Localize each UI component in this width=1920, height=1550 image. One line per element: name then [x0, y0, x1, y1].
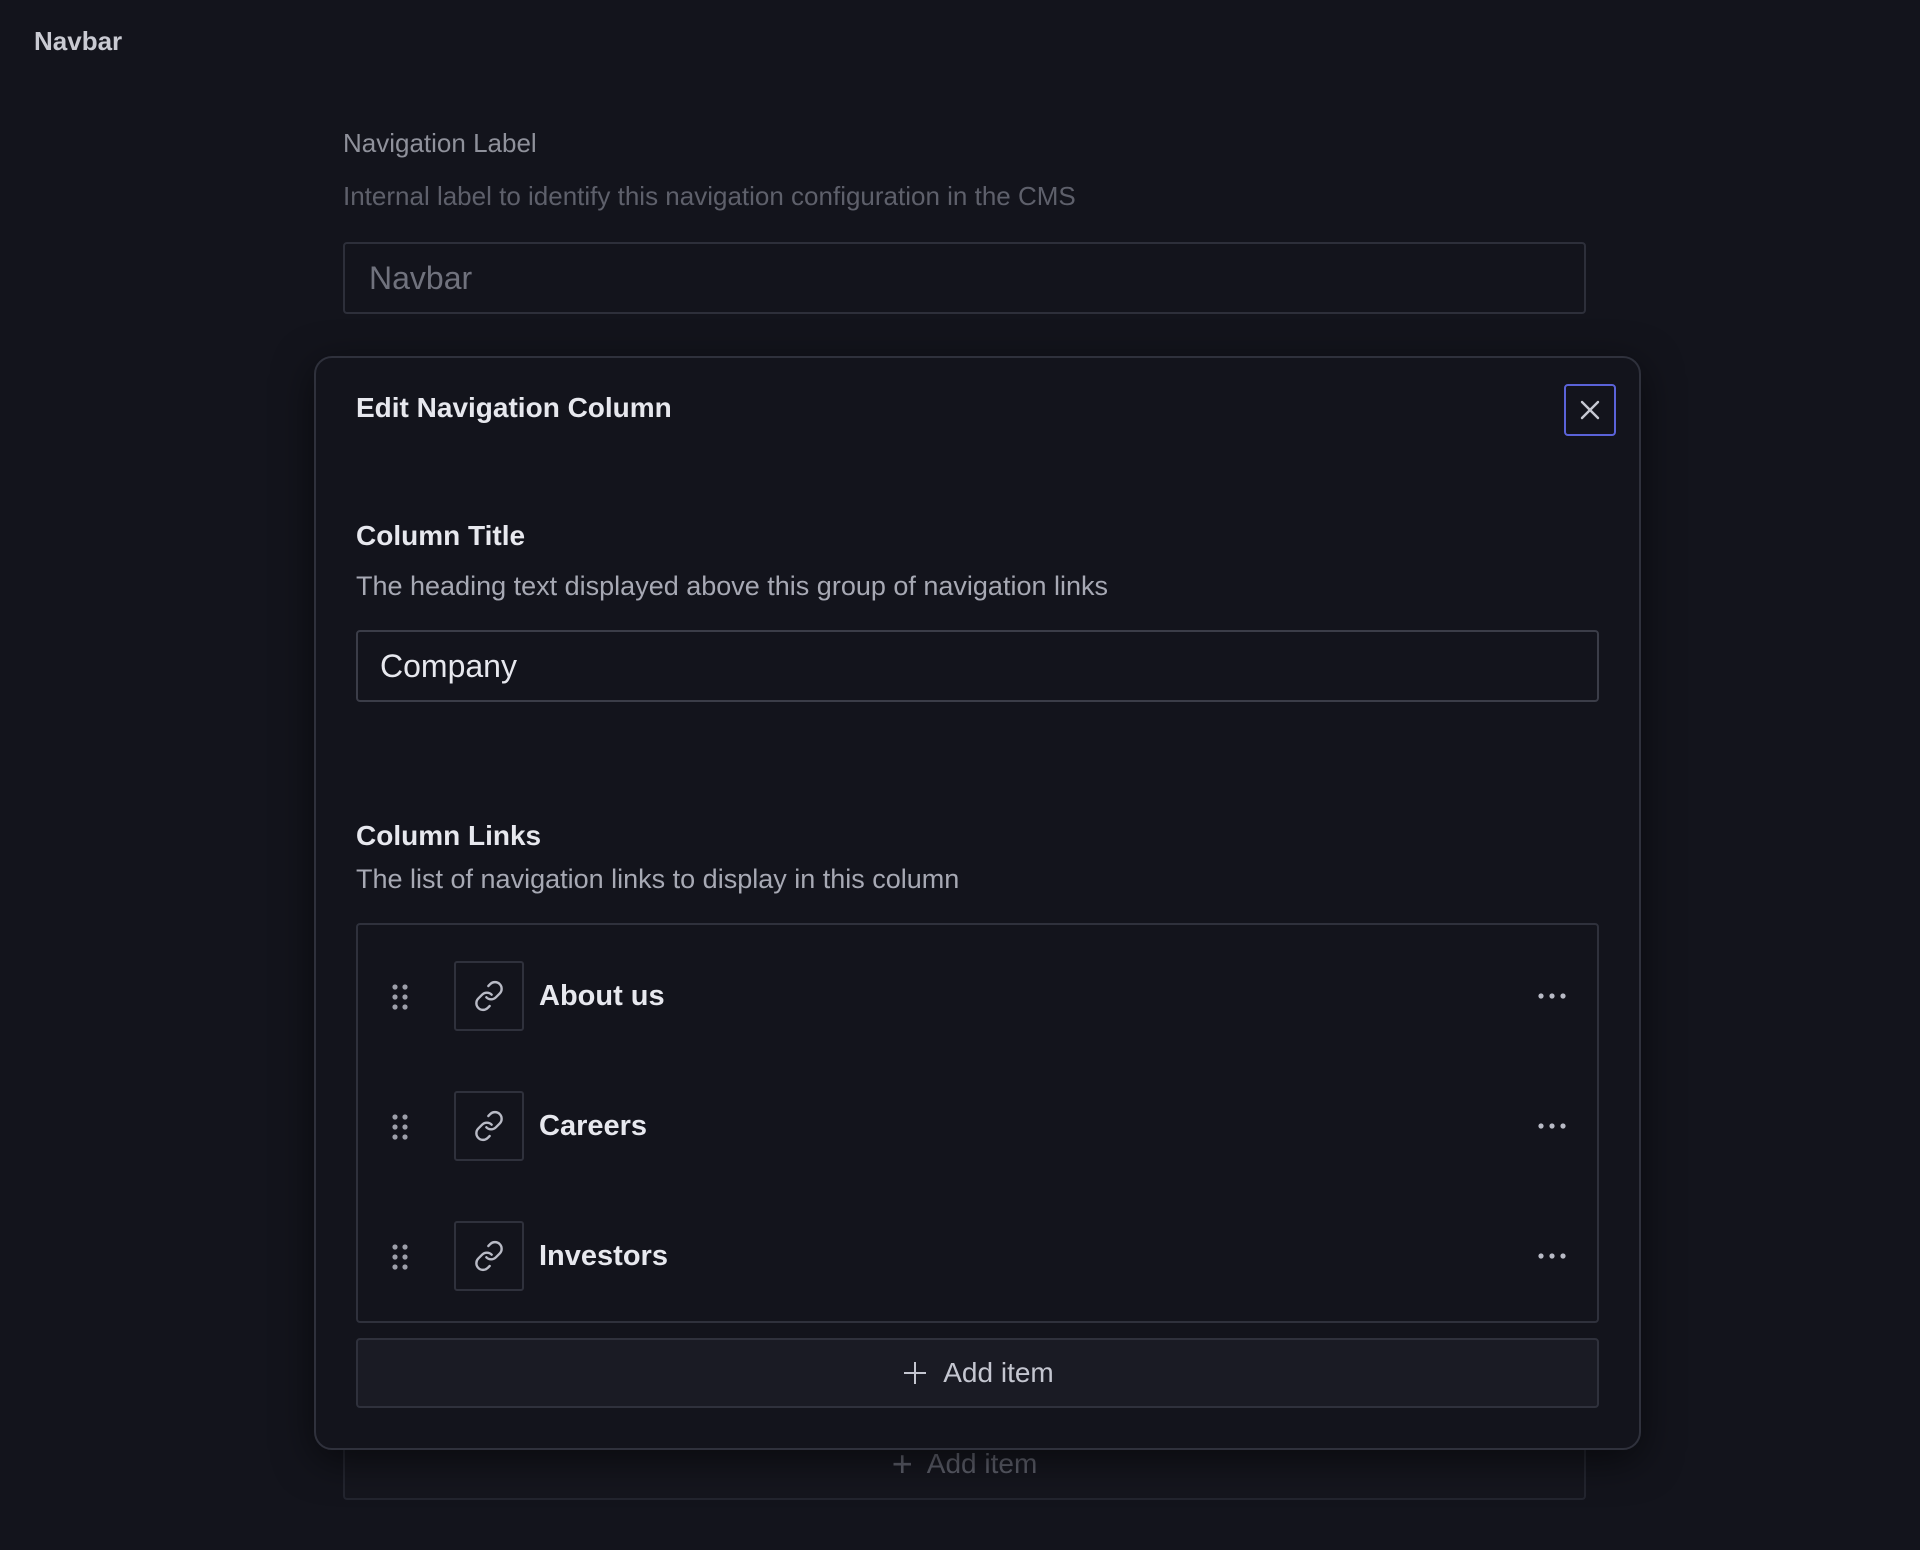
more-icon: [1538, 993, 1566, 999]
edit-navigation-column-dialog: Edit Navigation Column Column Title The …: [314, 356, 1641, 1450]
more-options-button[interactable]: [1534, 1111, 1570, 1141]
list-item-label: Investors: [539, 1240, 668, 1272]
column-links-label: Column Links: [356, 820, 542, 851]
drag-handle-icon[interactable]: [390, 983, 410, 1011]
dialog-title: Edit Navigation Column: [356, 392, 672, 423]
background-form: Navigation Label Internal label to ident…: [343, 128, 1586, 314]
list-item[interactable]: About us: [358, 961, 1597, 1031]
link-icon-box: [454, 1221, 524, 1291]
list-item[interactable]: Investors: [358, 1221, 1597, 1291]
link-icon: [475, 1111, 503, 1141]
column-title-label: Column Title: [356, 520, 526, 551]
navigation-label-heading: Navigation Label: [343, 128, 537, 158]
column-title-value: Company: [380, 647, 517, 684]
add-item-label: Add item: [943, 1357, 1054, 1388]
column-links-description: The list of navigation links to display …: [356, 864, 960, 894]
close-icon: [1580, 400, 1600, 420]
list-item-label: Careers: [539, 1110, 648, 1142]
column-title-input[interactable]: Company: [356, 630, 1599, 702]
list-item[interactable]: Careers: [358, 1091, 1597, 1161]
page: Navbar Navigation Label Internal label t…: [0, 0, 1920, 1550]
plus-icon: [901, 1359, 929, 1387]
link-icon-box: [454, 961, 524, 1031]
list-item-label: About us: [539, 980, 665, 1012]
column-links-list: About us Careers Investors: [356, 923, 1599, 1323]
add-item-button[interactable]: Add item: [356, 1338, 1599, 1408]
link-icon: [475, 1241, 503, 1271]
document-title: Navbar: [34, 26, 123, 56]
close-button[interactable]: [1564, 384, 1616, 436]
navigation-label-description: Internal label to identify this navigati…: [343, 181, 1076, 211]
link-icon-box: [454, 1091, 524, 1161]
more-icon: [1538, 1253, 1566, 1259]
navigation-label-input[interactable]: Navbar: [343, 242, 1586, 314]
link-icon: [475, 981, 503, 1011]
plus-icon: +: [891, 1443, 913, 1484]
more-options-button[interactable]: [1534, 1241, 1570, 1271]
drag-handle-icon[interactable]: [390, 1243, 410, 1271]
column-title-description: The heading text displayed above this gr…: [356, 571, 1108, 601]
navigation-label-value: Navbar: [369, 259, 473, 296]
more-options-button[interactable]: [1534, 981, 1570, 1011]
more-icon: [1538, 1123, 1566, 1129]
drag-handle-icon[interactable]: [390, 1113, 410, 1141]
background-add-item-label: Add item: [926, 1448, 1038, 1479]
